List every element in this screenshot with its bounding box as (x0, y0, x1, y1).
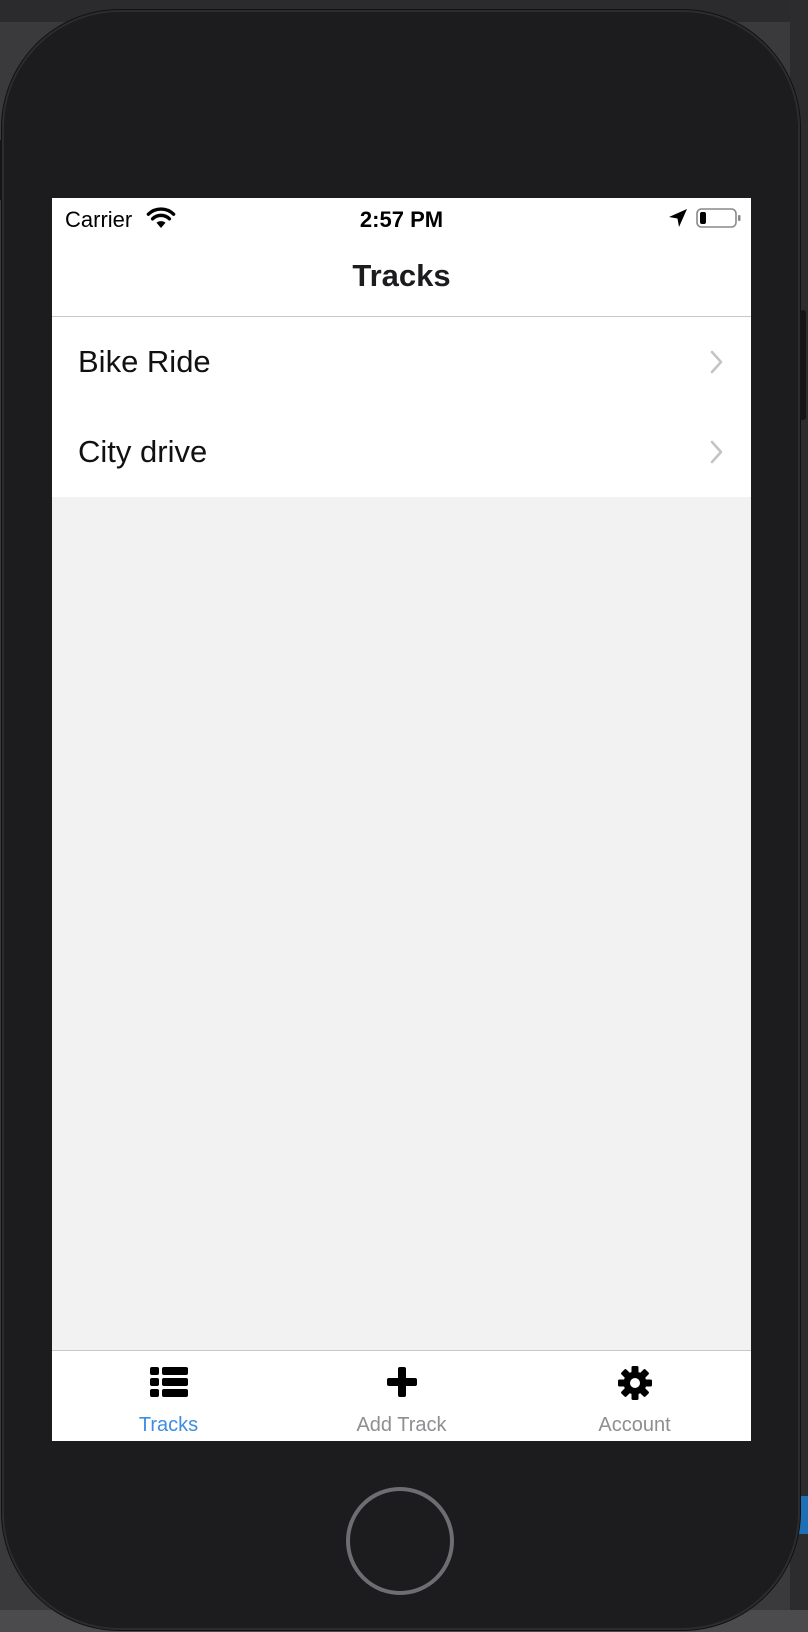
status-time: 2:57 PM (359, 207, 444, 232)
device-frame: Carrier 2:57 PM Tracks Bike Ride City dr… (0, 10, 806, 1630)
track-list: Bike Ride City drive (52, 317, 751, 497)
app-screen: Carrier 2:57 PM Tracks Bike Ride City dr… (52, 198, 751, 1441)
tab-bar: Tracks Add Track Account (52, 1350, 751, 1441)
plus-icon (285, 1365, 518, 1401)
track-label: Bike Ride (78, 344, 211, 379)
navigation-bar: Tracks (52, 238, 751, 317)
power-button (800, 310, 806, 420)
location-arrow-icon (668, 208, 688, 228)
chevron-right-icon (709, 349, 725, 375)
tab-add-track[interactable]: Add Track (285, 1351, 518, 1441)
tab-account[interactable]: Account (518, 1351, 751, 1441)
track-label: City drive (78, 434, 208, 469)
volume-button (0, 140, 2, 200)
home-button[interactable] (346, 1487, 454, 1595)
gear-icon (518, 1365, 751, 1401)
tab-label: Add Track (356, 1414, 447, 1436)
list-icon (52, 1365, 285, 1401)
tab-label: Tracks (138, 1414, 199, 1436)
page-title: Tracks (352, 258, 451, 293)
track-row[interactable]: City drive (52, 407, 751, 497)
tab-tracks[interactable]: Tracks (52, 1351, 285, 1441)
battery-icon (696, 206, 742, 230)
chevron-right-icon (709, 439, 725, 465)
tab-label: Account (598, 1414, 671, 1436)
track-row[interactable]: Bike Ride (52, 317, 751, 407)
status-bar: Carrier 2:57 PM (52, 198, 751, 238)
